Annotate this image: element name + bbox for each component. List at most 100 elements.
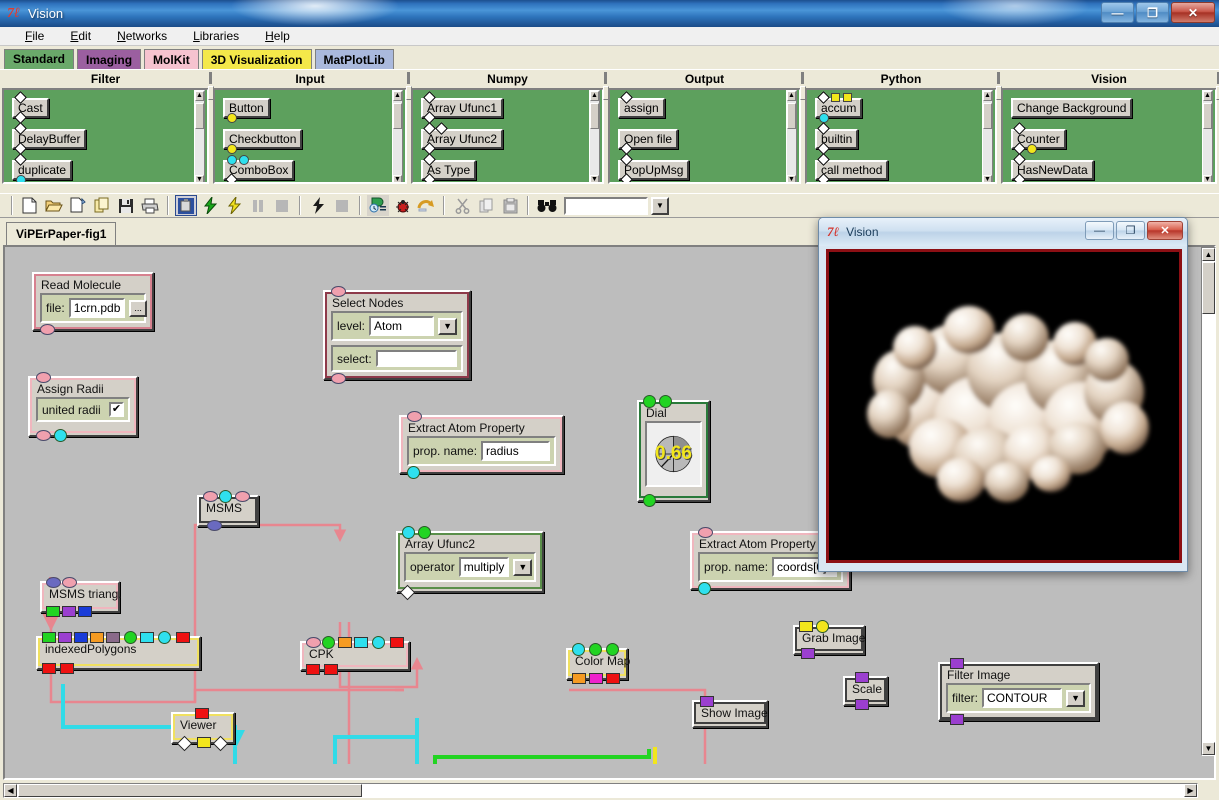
library-scroll-thumb[interactable] <box>787 103 796 129</box>
node-port-square-icon[interactable] <box>306 664 320 675</box>
node-port-square-icon[interactable] <box>197 737 211 748</box>
connection-wire[interactable] <box>233 735 417 764</box>
network-node-msms-triang[interactable]: MSMS triang. <box>40 577 122 617</box>
close-icon[interactable]: ✕ <box>1171 2 1215 23</box>
cut-scissors-icon[interactable] <box>451 195 473 216</box>
library-tab-molkit[interactable]: MolKit <box>144 49 199 69</box>
library-panel-scrollbar[interactable]: ▲ ▼ <box>982 90 993 182</box>
network-node-dial[interactable]: Dial 0.66 <box>637 395 710 507</box>
library-scroll-up-icon[interactable]: ▲ <box>787 91 796 101</box>
node-port-square-icon[interactable] <box>42 663 56 674</box>
node-port-square-icon[interactable] <box>62 606 76 617</box>
combo-value[interactable]: Atom <box>369 316 435 336</box>
node-port-ellipse-icon[interactable] <box>331 373 346 384</box>
vertical-scroll-thumb[interactable] <box>1202 262 1215 314</box>
node-port-square-icon[interactable] <box>90 632 104 643</box>
network-node-select-nodes[interactable]: Select Nodes level: Atom ▼ select: <box>323 286 471 384</box>
library-scroll-down-icon[interactable]: ▼ <box>393 175 402 182</box>
library-scroll-thumb[interactable] <box>1203 103 1212 129</box>
scroll-right-icon[interactable]: ▶ <box>1184 784 1197 797</box>
scroll-down-icon[interactable]: ▼ <box>1202 742 1215 755</box>
library-node-button[interactable]: Button <box>223 98 270 123</box>
library-panel-scrollbar[interactable]: ▲ ▼ <box>1202 90 1213 182</box>
library-node-change-background[interactable]: Change Background <box>1011 98 1133 118</box>
node-port-ellipse-icon[interactable] <box>306 637 321 648</box>
python-shell-icon[interactable] <box>367 195 389 216</box>
node-port-circle-icon[interactable] <box>219 490 232 503</box>
paste-clipboard-icon[interactable] <box>499 195 521 216</box>
library-node-builtin[interactable]: builtin <box>815 122 859 155</box>
library-node-popupmsg[interactable]: PopUpMsg <box>618 153 690 182</box>
stop-network-icon[interactable] <box>271 195 293 216</box>
network-node-show-image[interactable]: Show Image <box>692 696 768 728</box>
scroll-left-icon[interactable]: ◀ <box>4 784 17 797</box>
library-scroll-thumb[interactable] <box>590 103 599 129</box>
connection-wire[interactable] <box>433 749 651 764</box>
canvas-vertical-scrollbar[interactable]: ▲ ▼ <box>1201 247 1216 756</box>
binoculars-search-icon[interactable] <box>535 195 559 216</box>
node-port-square-icon[interactable] <box>606 673 620 684</box>
pause-network-icon[interactable] <box>247 195 269 216</box>
molecular-surface-render[interactable] <box>826 249 1182 563</box>
node-port-ellipse-icon[interactable] <box>235 491 250 502</box>
node-port-ellipse-icon[interactable] <box>36 372 51 383</box>
library-tab-matplotlib[interactable]: MatPlotLib <box>314 49 394 69</box>
node-port-square-icon[interactable] <box>843 93 852 102</box>
network-node-msms[interactable]: MSMS <box>197 490 259 531</box>
library-scroll-up-icon[interactable]: ▲ <box>195 91 204 101</box>
node-port-square-icon[interactable] <box>78 606 92 617</box>
node-port-circle-icon[interactable] <box>659 395 672 408</box>
library-panel-scrollbar[interactable]: ▲ ▼ <box>786 90 797 182</box>
node-port-circle-icon[interactable] <box>643 494 656 507</box>
library-node-duplicate[interactable]: duplicate <box>12 153 73 182</box>
library-scroll-down-icon[interactable]: ▼ <box>983 175 992 182</box>
node-port-circle-icon[interactable] <box>819 113 829 123</box>
node-edit-icon[interactable] <box>175 195 197 216</box>
network-node-extract-atom-property-radius[interactable]: Extract Atom Property prop. name: radius <box>399 411 564 479</box>
library-tab-imaging[interactable]: Imaging <box>77 49 142 69</box>
node-port-ellipse-icon[interactable] <box>698 527 713 538</box>
node-port-circle-icon[interactable] <box>239 155 249 165</box>
copy-pages-icon[interactable] <box>475 195 497 216</box>
menu-help[interactable]: Help <box>252 28 303 44</box>
library-node-array-ufunc1[interactable]: Array Ufunc1 <box>421 91 504 124</box>
network-node-grab-image[interactable]: Grab Image <box>793 620 865 659</box>
search-dropdown-icon[interactable]: ▼ <box>651 196 669 215</box>
node-port-circle-icon[interactable] <box>54 429 67 442</box>
node-port-square-icon[interactable] <box>42 632 56 643</box>
chevron-down-icon[interactable]: ▼ <box>1066 689 1085 707</box>
node-port-ellipse-icon[interactable] <box>203 491 218 502</box>
copy-network-icon[interactable] <box>91 195 113 216</box>
node-port-square-icon[interactable] <box>799 621 813 632</box>
node-port-square-icon[interactable] <box>195 708 209 719</box>
node-port-ellipse-icon[interactable] <box>36 430 51 441</box>
library-node-delaybuffer[interactable]: DelayBuffer <box>12 122 87 155</box>
network-node-assign-radii[interactable]: Assign Radii united radii ✔ <box>28 372 138 442</box>
viewer-minimize-icon[interactable]: — <box>1085 221 1114 240</box>
node-port-square-icon[interactable] <box>855 699 869 710</box>
node-port-circle-icon[interactable] <box>816 620 829 633</box>
menu-file[interactable]: File <box>12 28 57 44</box>
node-port-square-icon[interactable] <box>589 673 603 684</box>
united-radii-checkbox[interactable]: ✔ <box>109 402 124 417</box>
library-node-counter[interactable]: Counter <box>1011 122 1066 155</box>
chevron-down-icon[interactable]: ▼ <box>513 558 533 576</box>
text-input[interactable]: radius <box>481 441 550 461</box>
network-node-indexed-polygons[interactable]: indexedPolygons <box>36 631 201 674</box>
node-port-square-icon[interactable] <box>390 637 404 648</box>
node-port-square-icon[interactable] <box>338 637 352 648</box>
library-scroll-down-icon[interactable]: ▼ <box>590 175 599 182</box>
node-port-circle-icon[interactable] <box>402 526 415 539</box>
network-node-read-molecule[interactable]: Read Molecule file: 1crn.pdb... <box>32 272 154 335</box>
node-port-circle-icon[interactable] <box>572 643 585 656</box>
menu-networks[interactable]: Networks <box>104 28 180 44</box>
network-node-color-map[interactable]: Color Map <box>566 643 630 684</box>
library-node-open-file[interactable]: Open file <box>618 129 679 155</box>
open-network-icon[interactable] <box>43 195 65 216</box>
run-step-icon[interactable] <box>223 195 245 216</box>
maximize-icon[interactable]: ❐ <box>1136 2 1169 23</box>
network-node-cpk[interactable]: CPK <box>300 636 410 675</box>
connection-wire[interactable] <box>49 523 347 704</box>
library-node-hasnewdata[interactable]: HasNewData <box>1011 153 1094 182</box>
vision-3d-viewer-window[interactable]: 7ℓ Vision — ❐ ✕ <box>818 217 1188 572</box>
